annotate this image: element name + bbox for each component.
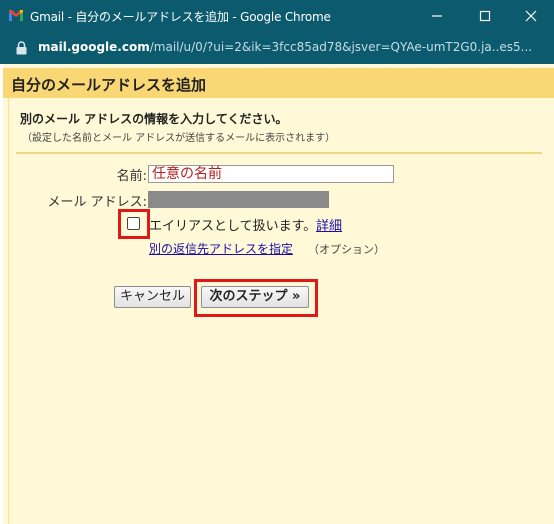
- reply-to-link[interactable]: 別の返信先アドレスを指定: [149, 240, 293, 257]
- email-address-field-redacted[interactable]: [148, 191, 329, 208]
- details-link[interactable]: 詳細: [316, 215, 342, 234]
- address-bar: mail.google.com/mail/u/0/?ui=2&ik=3fcc85…: [0, 32, 554, 64]
- intro-subtitle: （設定した名前とメール アドレスが送信するメールに表示されます）: [22, 133, 336, 144]
- dialog-title: 自分のメールアドレスを追加: [11, 76, 207, 94]
- email-address-label: メール アドレス:: [47, 195, 147, 210]
- alias-label: エイリアスとして扱います。: [149, 219, 317, 234]
- title-bar: Gmail - 自分のメールアドレスを追加 - Google Chrome: [0, 0, 554, 32]
- maximize-icon[interactable]: [475, 6, 495, 26]
- optional-note: （オプション）: [308, 243, 385, 256]
- intro-title: 別のメール アドレスの情報を入力してください。: [20, 112, 288, 126]
- cancel-button[interactable]: キャンセル: [114, 286, 191, 308]
- close-icon[interactable]: [521, 6, 541, 26]
- gmail-logo-icon: [9, 10, 23, 21]
- lock-icon: [16, 41, 27, 55]
- alias-checkbox[interactable]: [127, 217, 140, 230]
- minimize-icon[interactable]: [427, 6, 447, 26]
- name-label: 名前:: [116, 169, 147, 184]
- divider: [16, 152, 542, 154]
- name-input[interactable]: 任意の名前: [148, 165, 394, 183]
- window-title: Gmail - 自分のメールアドレスを追加 - Google Chrome: [30, 10, 331, 24]
- chrome-popup-window: Gmail - 自分のメールアドレスを追加 - Google Chrome ma…: [0, 0, 554, 524]
- dialog-page: 自分のメールアドレスを追加 別のメール アドレスの情報を入力してください。 （設…: [3, 64, 554, 524]
- dialog-header: 自分のメールアドレスを追加: [3, 68, 554, 98]
- url-host: mail.google.com: [38, 40, 150, 54]
- url-text[interactable]: mail.google.com/mail/u/0/?ui=2&ik=3fcc85…: [38, 40, 538, 54]
- url-path: /mail/u/0/?ui=2&ik=3fcc85ad78&jsver=QYAe…: [149, 40, 533, 54]
- next-step-button[interactable]: 次のステップ »: [201, 286, 309, 308]
